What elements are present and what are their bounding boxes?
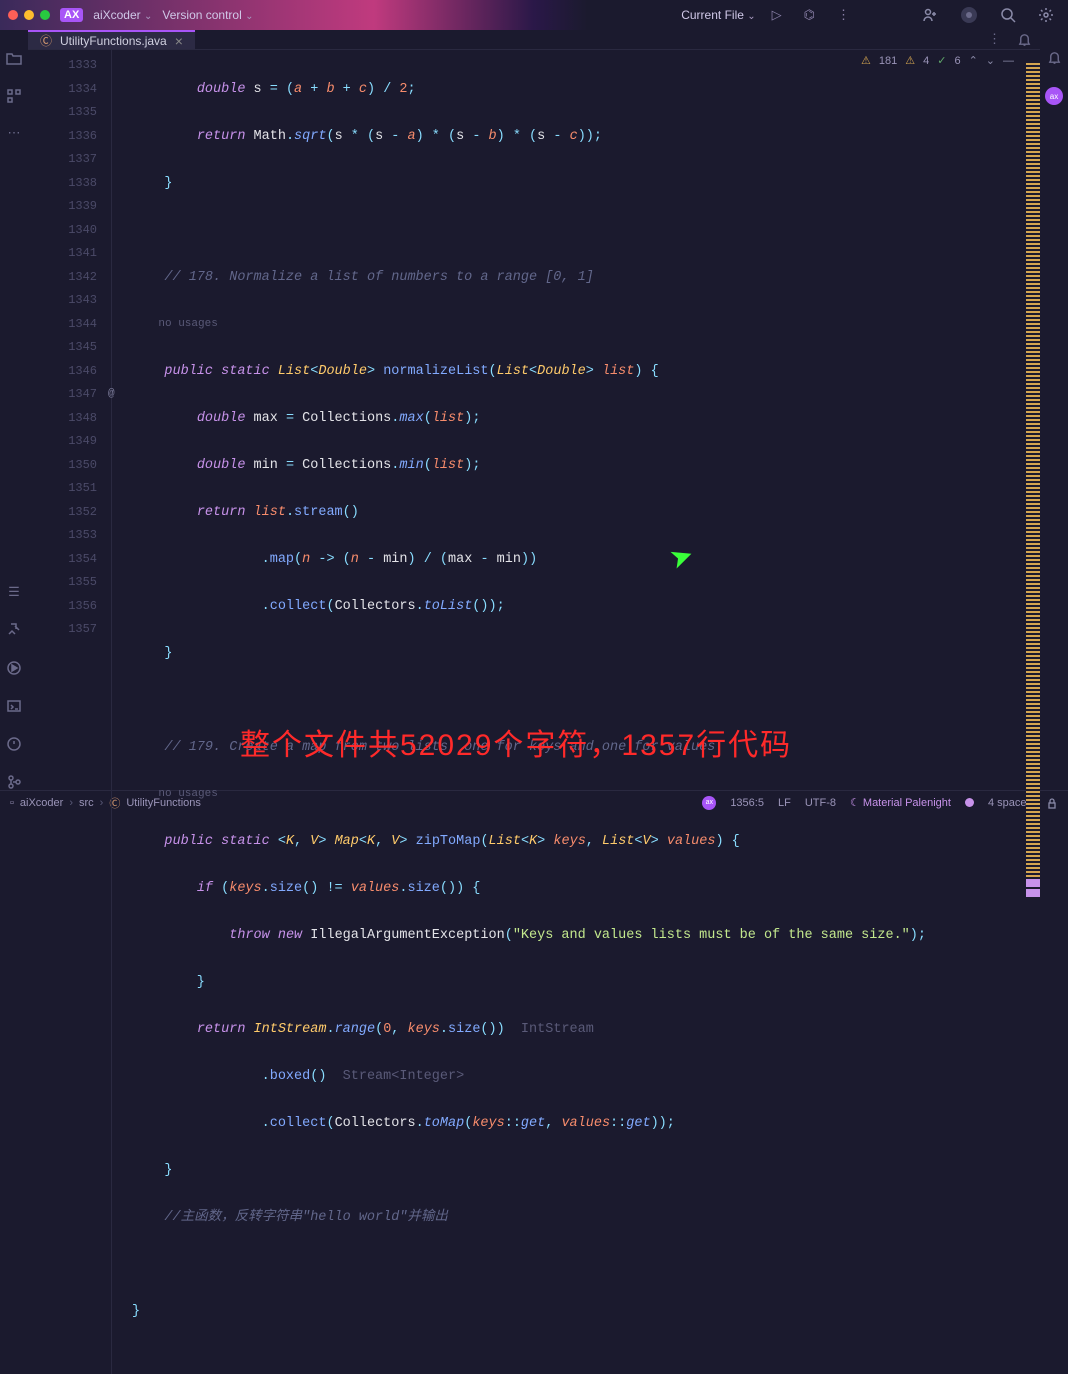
chevron-down-icon: ⌄ <box>245 11 253 22</box>
window-controls <box>8 10 50 20</box>
error-stripe[interactable] <box>1026 50 1040 1374</box>
gear-icon[interactable] <box>1038 7 1054 23</box>
minimize-button[interactable] <box>24 10 34 20</box>
folder-icon: ▫ <box>10 797 14 809</box>
main-area: ⋯ ☰ Ⓒ UtilityFunctions.java × ⋮ ⚠181 ⚠4 … <box>0 30 1068 790</box>
folder-icon[interactable] <box>6 50 22 66</box>
bell-icon[interactable] <box>1017 32 1032 47</box>
run-icon[interactable]: ▷ <box>772 8 782 23</box>
aix-badge-icon[interactable]: ax <box>1045 87 1063 105</box>
close-icon[interactable]: × <box>175 33 183 49</box>
tab-label: UtilityFunctions.java <box>60 34 167 48</box>
right-tool-strip: ax <box>1040 30 1068 790</box>
menu-icon[interactable]: ☰ <box>8 585 20 600</box>
run-tool-icon[interactable] <box>6 660 22 676</box>
close-button[interactable] <box>8 10 18 20</box>
search-icon[interactable] <box>1000 7 1016 23</box>
vcs-menu[interactable]: Version control ⌄ <box>162 8 253 22</box>
structure-icon[interactable] <box>6 88 22 104</box>
bell-icon[interactable] <box>1047 50 1062 65</box>
git-icon[interactable] <box>6 774 22 790</box>
more-icon[interactable]: ⋮ <box>988 32 1001 47</box>
editor-column: Ⓒ UtilityFunctions.java × ⋮ ⚠181 ⚠4 ✓6 ⌃… <box>28 30 1040 790</box>
more-icon[interactable]: ⋯ <box>8 126 21 141</box>
avatar-icon[interactable] <box>960 6 978 24</box>
chevron-down-icon: ⌄ <box>144 11 152 22</box>
zoom-button[interactable] <box>40 10 50 20</box>
line-gutter[interactable]: 1333 1334 1335 1336 1337 1338 1339 1340 … <box>28 50 112 1374</box>
left-tool-strip: ⋯ ☰ <box>0 30 28 790</box>
project-selector[interactable]: aiXcoder ⌄ <box>93 8 152 22</box>
run-target-selector[interactable]: Current File ⌄ <box>681 8 755 22</box>
editor[interactable]: ⚠181 ⚠4 ✓6 ⌃ ⌄ — 1333 1334 1335 1336 133… <box>28 50 1040 1374</box>
add-user-icon[interactable] <box>922 7 938 23</box>
terminal-icon[interactable] <box>6 698 22 714</box>
overlay-annotation: 整个文件共52029个字符，1357行代码 <box>240 720 792 764</box>
tab-utilityfunctions[interactable]: Ⓒ UtilityFunctions.java × <box>28 30 195 49</box>
title-bar: AX aiXcoder ⌄ Version control ⌄ Current … <box>0 0 1068 30</box>
tab-bar: Ⓒ UtilityFunctions.java × ⋮ <box>28 30 1040 50</box>
bookmarks-icon[interactable] <box>6 622 22 638</box>
java-class-icon: Ⓒ <box>40 32 52 49</box>
debug-icon[interactable]: ⌬ <box>804 8 815 23</box>
problems-icon[interactable] <box>6 736 22 752</box>
brand-badge: AX <box>60 8 83 22</box>
chevron-down-icon: ⌄ <box>747 11 755 22</box>
lock-icon[interactable] <box>1046 797 1058 809</box>
code-area[interactable]: double s = (a + b + c) / 2; return Math.… <box>112 50 1026 1374</box>
more-icon[interactable]: ⋮ <box>837 8 850 23</box>
